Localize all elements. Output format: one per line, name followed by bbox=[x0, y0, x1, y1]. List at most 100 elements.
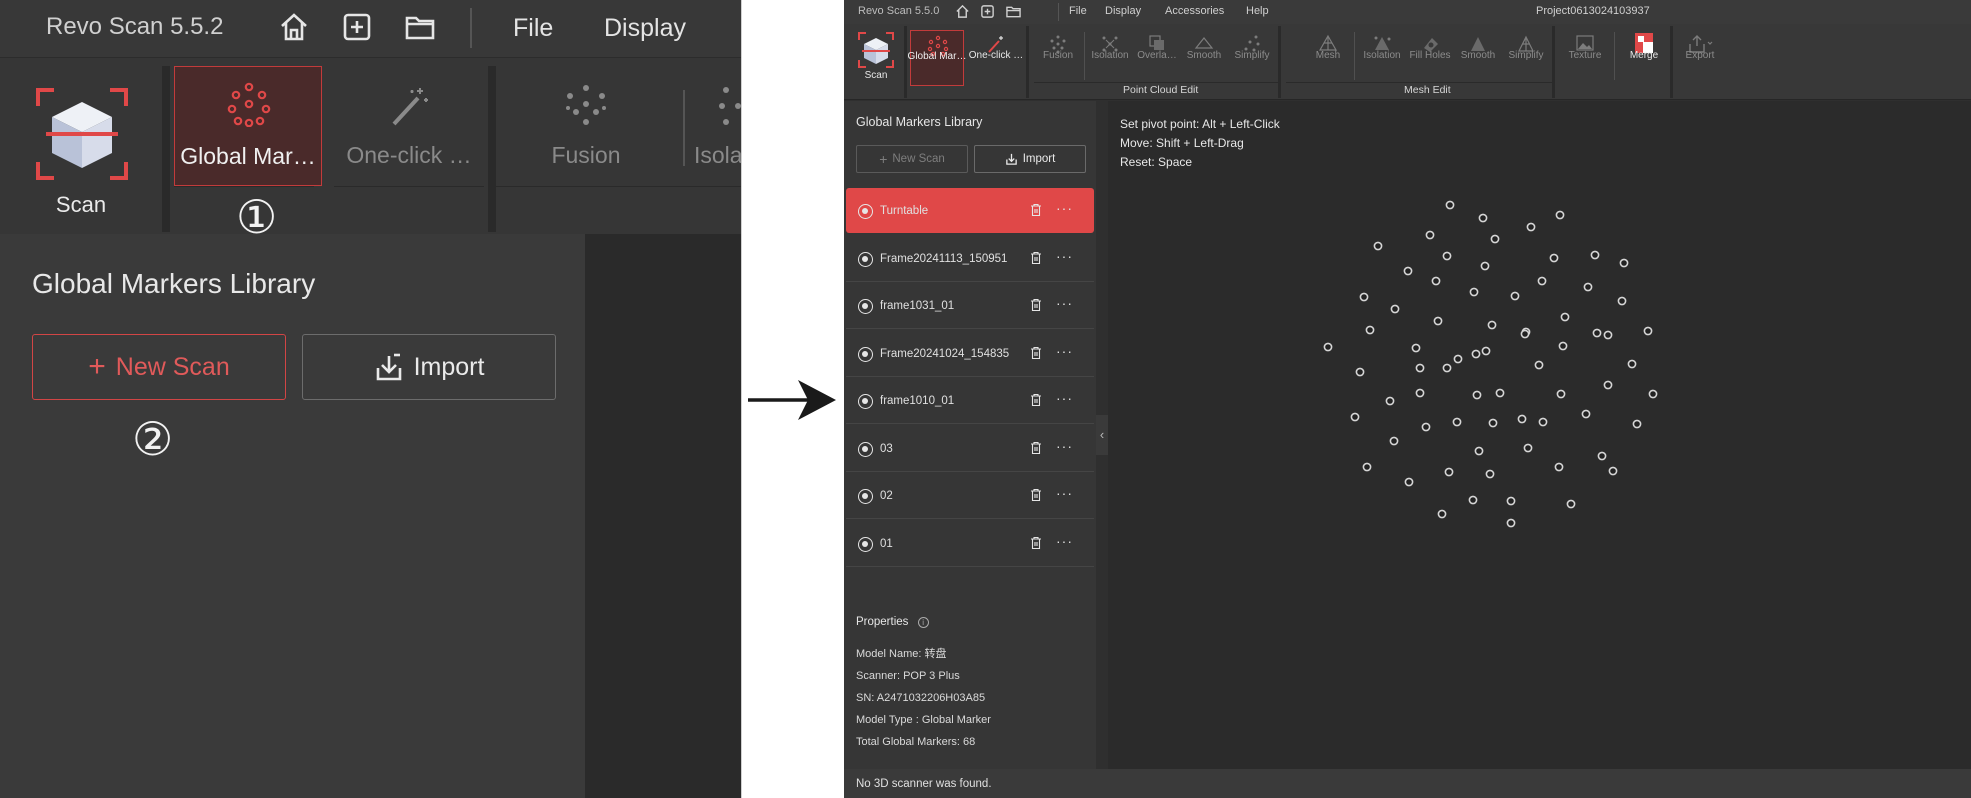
new-scan-button[interactable]: + New Scan bbox=[856, 145, 968, 173]
one-click-tool[interactable]: One-click … bbox=[968, 30, 1024, 86]
menu-file[interactable]: File bbox=[1069, 5, 1087, 17]
ribbon-divider bbox=[1670, 26, 1673, 98]
menu-file[interactable]: File bbox=[513, 14, 553, 43]
marker-list-item[interactable]: 03 ··· bbox=[846, 426, 1094, 472]
marker-point bbox=[1560, 312, 1570, 322]
global-markers-label: Global Mar… bbox=[180, 143, 316, 169]
point-cloud-edit-label: Point Cloud Edit bbox=[1123, 84, 1199, 96]
marker-list-item[interactable]: frame1031_01 ··· bbox=[846, 283, 1094, 329]
marker-point bbox=[1365, 325, 1375, 335]
more-options-icon[interactable]: ··· bbox=[1056, 533, 1073, 549]
radio-icon[interactable] bbox=[858, 394, 873, 409]
texture-tool[interactable]: Texture bbox=[1560, 30, 1610, 86]
trash-icon[interactable] bbox=[1030, 346, 1042, 360]
marker-point bbox=[1474, 446, 1484, 456]
global-markers-tool[interactable]: Global Mar… bbox=[174, 66, 322, 186]
trash-icon[interactable] bbox=[1030, 298, 1042, 312]
marker-point bbox=[1350, 412, 1360, 422]
radio-icon[interactable] bbox=[858, 536, 873, 552]
marker-point bbox=[1452, 417, 1462, 427]
marker-point bbox=[1490, 234, 1500, 244]
marker-list-item[interactable]: frame1010_01 ··· bbox=[846, 378, 1094, 424]
new-scan-button[interactable]: + New Scan bbox=[32, 334, 286, 400]
mesh-simplify-tool[interactable]: Simplify bbox=[1504, 30, 1548, 86]
home-icon[interactable] bbox=[277, 10, 311, 44]
marker-list-item[interactable]: 01 ··· bbox=[846, 521, 1094, 567]
open-folder-icon[interactable] bbox=[403, 10, 437, 44]
home-icon[interactable] bbox=[955, 4, 970, 19]
marker-point bbox=[1404, 477, 1414, 487]
mesh-isolation-tool[interactable]: Isolation bbox=[1360, 30, 1404, 86]
fusion-icon bbox=[566, 85, 606, 125]
more-options-icon[interactable]: ··· bbox=[1056, 438, 1073, 454]
radio-icon[interactable] bbox=[858, 441, 873, 457]
plus-icon: + bbox=[88, 350, 106, 383]
collapse-panel-button[interactable]: ‹ bbox=[1096, 415, 1108, 455]
import-button[interactable]: Import bbox=[302, 334, 556, 400]
menu-separator bbox=[1058, 3, 1059, 21]
menu-display[interactable]: Display bbox=[604, 14, 686, 43]
marker-point bbox=[1472, 390, 1482, 400]
radio-icon[interactable] bbox=[858, 489, 873, 504]
trash-icon[interactable] bbox=[1030, 488, 1042, 502]
scan-icon[interactable] bbox=[32, 84, 132, 184]
3d-viewport[interactable]: Set pivot point: Alt + Left-Click Move: … bbox=[1108, 101, 1971, 769]
marker-list-item[interactable]: 02 ··· bbox=[846, 473, 1094, 519]
fusion-tool[interactable]: Fusion bbox=[516, 66, 656, 186]
marker-point bbox=[1554, 462, 1564, 472]
ribbon-divider bbox=[1026, 26, 1029, 98]
menu-accessories[interactable]: Accessories bbox=[1165, 5, 1224, 17]
global-markers-tool[interactable]: Global Mar… bbox=[908, 30, 966, 86]
radio-icon[interactable] bbox=[858, 251, 873, 267]
menu-help[interactable]: Help bbox=[1246, 5, 1269, 17]
trash-icon[interactable] bbox=[1030, 441, 1042, 455]
more-options-icon[interactable]: ··· bbox=[1056, 248, 1073, 264]
one-click-tool[interactable]: One-click … bbox=[334, 66, 484, 186]
marker-point bbox=[1442, 363, 1452, 373]
radio-icon[interactable] bbox=[858, 204, 873, 219]
radio-icon[interactable] bbox=[858, 299, 873, 314]
menu-display[interactable]: Display bbox=[1105, 5, 1141, 17]
fusion-tool[interactable]: Fusion bbox=[1036, 30, 1080, 86]
trash-icon[interactable] bbox=[1030, 536, 1042, 550]
scan-label: Scan bbox=[864, 70, 888, 81]
project-name: Project0613024103937 bbox=[1536, 5, 1650, 17]
mesh-smooth-tool[interactable]: Smooth bbox=[1456, 30, 1500, 86]
open-folder-icon[interactable] bbox=[1006, 4, 1021, 19]
export-tool[interactable]: Export bbox=[1678, 30, 1722, 86]
panel-title: Global Markers Library bbox=[32, 268, 316, 299]
marker-list-item[interactable]: Turntable ··· bbox=[846, 188, 1094, 233]
more-options-icon[interactable]: ··· bbox=[1056, 485, 1073, 501]
overlap-tool[interactable]: Overla… bbox=[1136, 30, 1178, 86]
group-line bbox=[334, 186, 484, 187]
marker-list-item[interactable]: Frame20241024_154835 ··· bbox=[846, 331, 1094, 377]
marker-list-item[interactable]: Frame20241113_150951 ··· bbox=[846, 236, 1094, 282]
scan-tool[interactable]: Scan bbox=[852, 28, 900, 98]
mesh-tool[interactable]: Mesh bbox=[1306, 30, 1350, 86]
merge-tool[interactable]: Merge bbox=[1622, 30, 1666, 86]
import-button[interactable]: Import bbox=[974, 145, 1086, 173]
smooth-tool[interactable]: Smooth bbox=[1182, 30, 1226, 86]
plus-icon: + bbox=[879, 151, 888, 167]
fill-holes-tool[interactable]: Fill Holes bbox=[1408, 30, 1452, 86]
new-project-icon[interactable] bbox=[980, 4, 995, 19]
trash-icon[interactable] bbox=[1030, 251, 1042, 265]
new-project-icon[interactable] bbox=[340, 10, 374, 44]
marker-point bbox=[1469, 287, 1479, 297]
simplify-tool[interactable]: Simplify bbox=[1230, 30, 1274, 86]
isolation-tool[interactable]: Isolation bbox=[1088, 30, 1132, 86]
trash-icon[interactable] bbox=[1030, 203, 1042, 217]
marker-point bbox=[1415, 388, 1425, 398]
isolation-tool[interactable]: Isola bbox=[690, 66, 741, 186]
status-text: No 3D scanner was found. bbox=[856, 778, 992, 790]
more-options-icon[interactable]: ··· bbox=[1056, 295, 1073, 311]
more-options-icon[interactable]: ··· bbox=[1056, 200, 1073, 216]
more-options-icon[interactable]: ··· bbox=[1056, 343, 1073, 359]
trash-icon[interactable] bbox=[1030, 393, 1042, 407]
more-options-icon[interactable]: ··· bbox=[1056, 390, 1073, 406]
info-icon[interactable]: i bbox=[917, 617, 929, 628]
prop-model-type: Model Type : Global Marker bbox=[856, 714, 991, 726]
global-markers-icon bbox=[227, 82, 271, 127]
menu-bar: Revo Scan 5.5.0 File Display Accessories… bbox=[844, 0, 1971, 24]
radio-icon[interactable] bbox=[858, 346, 873, 362]
